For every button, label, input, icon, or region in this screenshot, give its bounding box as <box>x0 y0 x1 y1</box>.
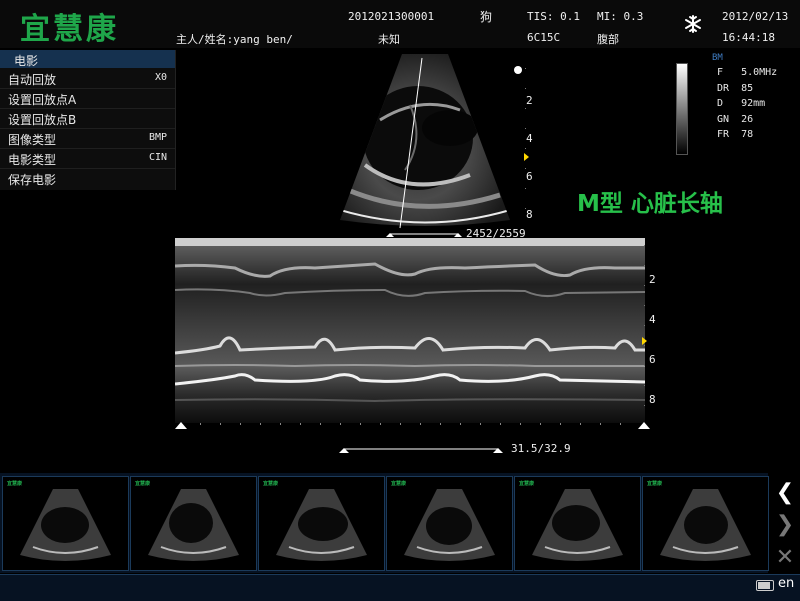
tis-value: TIS: 0.1 <box>527 10 580 23</box>
b-depth-tick: 4 <box>526 132 533 145</box>
breed: 未知 <box>378 33 400 46</box>
language-indicator[interactable]: en <box>778 576 794 591</box>
thumbnail[interactable]: 宜慧康 <box>514 476 641 571</box>
b-depth-tick: 2 <box>526 94 533 107</box>
m-depth-tick: 8 <box>649 393 656 406</box>
next-page-button[interactable]: ❯ <box>772 512 798 538</box>
thumbnail[interactable]: 宜慧康 <box>258 476 385 571</box>
param-frame-rate: FR 78 <box>717 129 754 140</box>
exam-id: 2012021300001 <box>348 10 435 23</box>
b-depth-tick: 6 <box>526 170 533 183</box>
menu-item-set-point-b[interactable]: 设置回放点B <box>0 109 175 129</box>
snowflake-icon[interactable] <box>683 14 703 38</box>
menu-item-auto-replay[interactable]: 自动回放 X0 <box>0 69 175 89</box>
cine-menu-title: 电影 <box>0 50 175 68</box>
brand-logo: 宜慧康 <box>20 12 119 47</box>
grayscale-bar <box>676 63 688 155</box>
m-depth-tick: 6 <box>649 353 656 366</box>
header-bar: 宜慧康 主人/姓名:yang ben/ 2012021300001 狗 未知 T… <box>0 0 800 48</box>
time-axis <box>175 422 650 429</box>
time-counter: 31.5/32.9 <box>511 442 571 455</box>
time-slider[interactable] <box>336 442 506 456</box>
prev-page-button[interactable]: ❮ <box>772 480 798 506</box>
thumbnail[interactable]: 宜慧康 <box>386 476 513 571</box>
exam-time: 16:44:18 <box>722 31 775 44</box>
status-bar <box>0 574 800 601</box>
menu-item-cine-type[interactable]: 电影类型 CIN <box>0 149 175 169</box>
probe-name: 6C15C <box>527 31 561 44</box>
b-depth-tick: 8 <box>526 208 533 221</box>
menu-item-image-type[interactable]: 图像类型 BMP <box>0 129 175 149</box>
thumbnail-strip: 宜慧康 宜慧康 宜慧康 宜慧康 宜慧康 宜慧康 <box>0 473 769 573</box>
thumbnail[interactable]: 宜慧康 <box>642 476 769 571</box>
thumbnail[interactable]: 宜慧康 <box>130 476 257 571</box>
owner-name: 主人/姓名:yang ben/ <box>176 33 293 46</box>
menu-item-set-point-a[interactable]: 设置回放点A <box>0 89 175 109</box>
battery-icon <box>756 580 774 591</box>
cine-menu: 电影 自动回放 X0 设置回放点A 设置回放点B 图像类型 BMP 电影类型 C… <box>0 50 176 190</box>
param-gain: GN 26 <box>717 114 754 125</box>
m-mode-trace[interactable] <box>175 238 645 423</box>
menu-item-save-cine[interactable]: 保存电影 <box>0 169 175 188</box>
exam-date: 2012/02/13 <box>722 10 789 23</box>
species: 狗 <box>480 10 493 24</box>
mode-indicator: BM <box>712 53 723 63</box>
param-dynamic-range: DR 85 <box>717 83 754 94</box>
thumbnail[interactable]: 宜慧康 <box>2 476 129 571</box>
mi-value: MI: 0.3 <box>597 10 644 23</box>
m-depth-tick: 4 <box>649 313 656 326</box>
m-depth-tick: 2 <box>649 273 656 286</box>
mode-label: M型 心脏长轴 <box>577 191 723 217</box>
close-thumbnails-button[interactable]: ✕ <box>772 545 798 571</box>
b-mode-image[interactable] <box>310 50 540 230</box>
param-depth: D 92mm <box>717 98 766 109</box>
exam-region: 腹部 <box>597 33 619 46</box>
param-frequency: F 5.0MHz <box>717 67 778 78</box>
